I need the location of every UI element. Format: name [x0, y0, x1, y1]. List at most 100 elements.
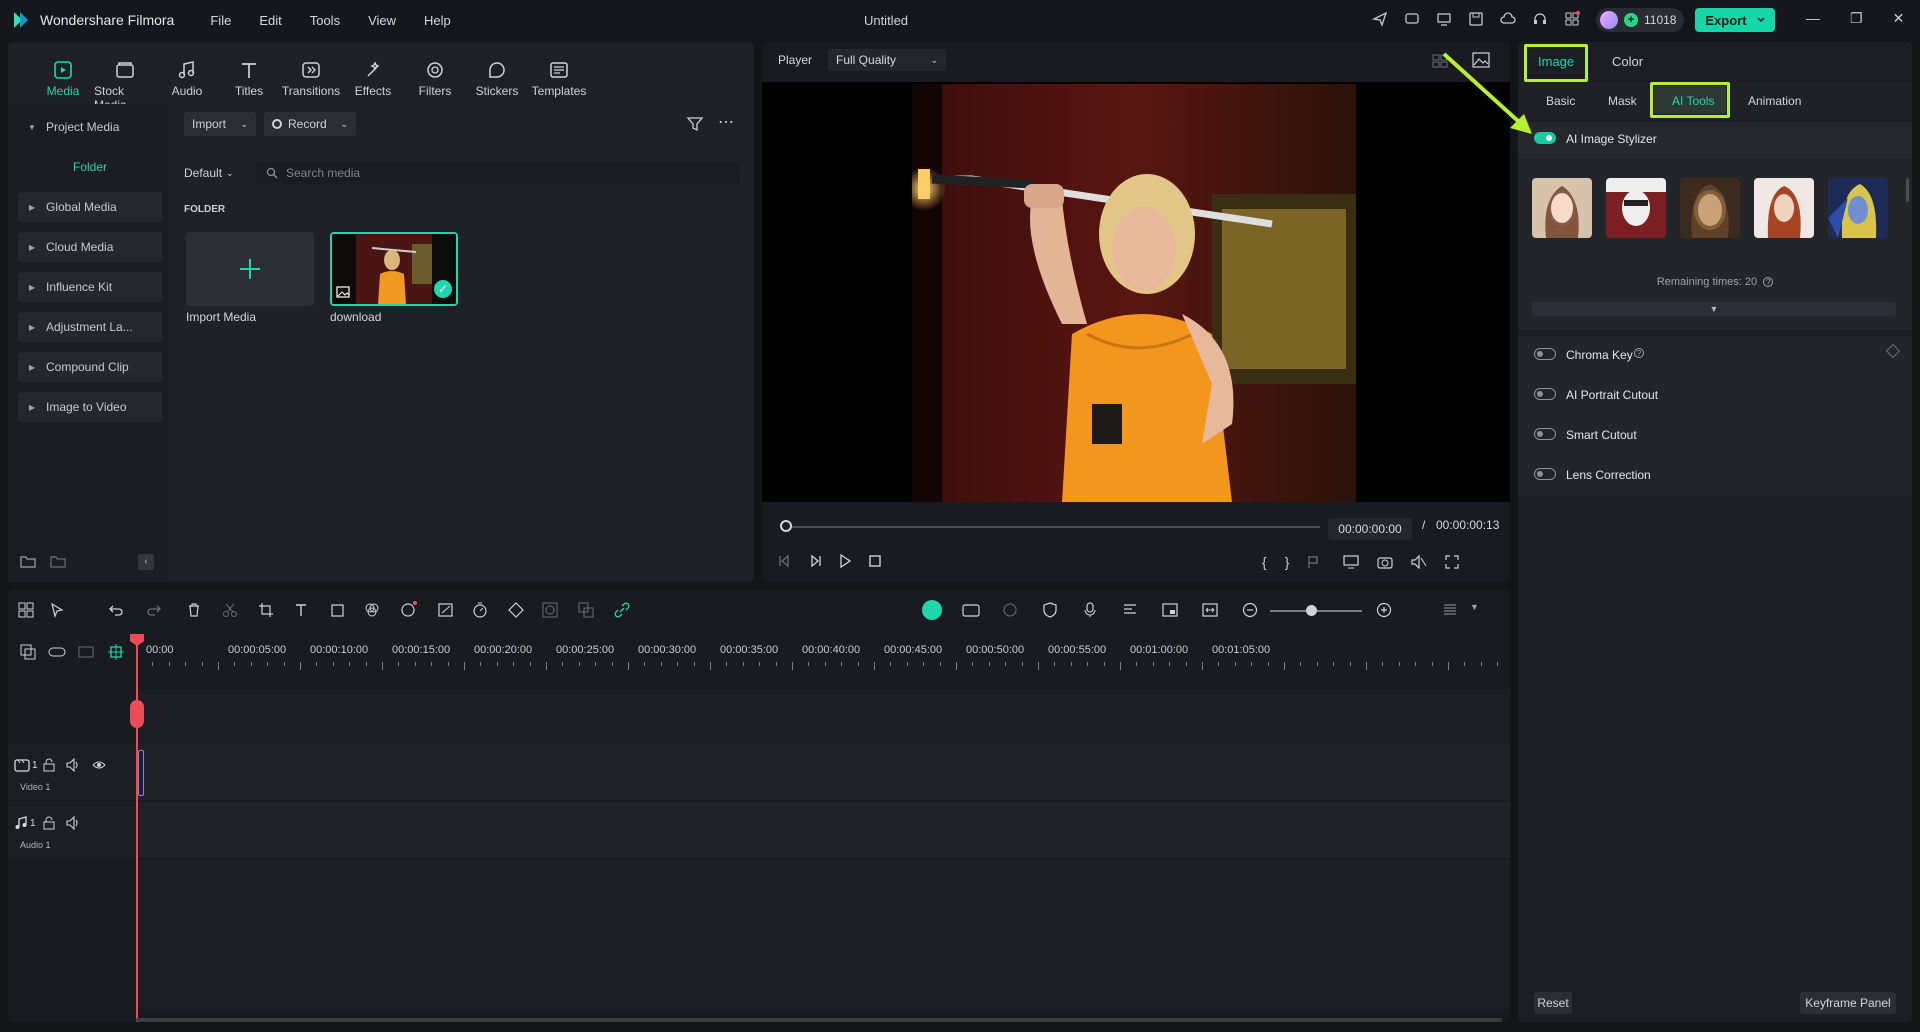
- preview-canvas[interactable]: [762, 82, 1510, 502]
- media-item-download[interactable]: ✓: [330, 232, 458, 306]
- speaker-icon[interactable]: [66, 758, 80, 772]
- fit-icon[interactable]: [1202, 602, 1218, 618]
- image-edit-icon[interactable]: [438, 602, 454, 618]
- filter-icon[interactable]: [686, 116, 704, 132]
- play-icon[interactable]: [838, 554, 852, 568]
- tree-cloud-media[interactable]: ▶ Cloud Media: [18, 232, 162, 262]
- snap-icon[interactable]: [108, 644, 124, 660]
- link-clips-icon[interactable]: [48, 644, 66, 660]
- text-tool-icon[interactable]: [294, 602, 310, 618]
- previous-frame-icon[interactable]: [778, 554, 792, 568]
- tab-stickers[interactable]: Stickers: [466, 56, 528, 112]
- fullscreen-icon[interactable]: [1445, 555, 1459, 569]
- minimize-icon[interactable]: —: [1806, 10, 1820, 27]
- audio-track-lane[interactable]: [136, 802, 1510, 858]
- headset-icon[interactable]: [1530, 8, 1550, 30]
- tree-global-media[interactable]: ▶ Global Media: [18, 192, 162, 222]
- collapse-panel-icon[interactable]: ‹: [138, 554, 154, 570]
- monitor-icon[interactable]: [1434, 8, 1454, 30]
- color-match-icon[interactable]: [364, 602, 380, 618]
- style-thumbnail-1[interactable]: [1532, 178, 1592, 238]
- delete-icon[interactable]: [186, 602, 202, 618]
- voiceover-icon[interactable]: [1122, 602, 1138, 618]
- import-button[interactable]: Import ⌄: [184, 112, 256, 136]
- ai-tool-icon[interactable]: [400, 600, 418, 618]
- stop-icon[interactable]: [868, 554, 882, 568]
- proxy-icon[interactable]: [1002, 602, 1018, 618]
- playhead[interactable]: [136, 634, 138, 1022]
- tab-effects[interactable]: Effects: [342, 56, 404, 112]
- expand-styles-button[interactable]: ▼: [1532, 302, 1896, 316]
- microphone-icon[interactable]: [1082, 602, 1098, 618]
- ai-portrait-cutout-toggle[interactable]: [1534, 388, 1556, 400]
- style-thumbnail-3[interactable]: [1680, 178, 1740, 238]
- import-media-tile[interactable]: [186, 232, 314, 306]
- tab-mask[interactable]: Mask: [1608, 94, 1637, 108]
- restore-icon[interactable]: ❐: [1850, 10, 1863, 27]
- tree-image-to-video[interactable]: ▶ Image to Video: [18, 392, 162, 422]
- smart-cutout-toggle[interactable]: [1534, 428, 1556, 440]
- group-icon[interactable]: [578, 602, 594, 618]
- tab-filters[interactable]: Filters: [404, 56, 466, 112]
- apps-grid-icon[interactable]: [1562, 8, 1582, 30]
- tab-animation[interactable]: Animation: [1748, 94, 1801, 108]
- clip-marker[interactable]: [138, 750, 144, 796]
- zoom-slider-handle[interactable]: [1306, 605, 1317, 616]
- menu-help[interactable]: Help: [424, 13, 451, 28]
- zoom-out-icon[interactable]: [1242, 602, 1258, 618]
- track-layout-icon[interactable]: [1442, 602, 1458, 618]
- shield-icon[interactable]: [1042, 602, 1058, 618]
- mark-in-icon[interactable]: {: [1262, 554, 1267, 570]
- display-settings-icon[interactable]: [1343, 555, 1359, 569]
- style-thumbnail-2[interactable]: [1606, 178, 1666, 238]
- help-icon[interactable]: ?: [1634, 348, 1644, 358]
- chroma-key-toggle[interactable]: [1534, 348, 1556, 360]
- timeline-scrollbar[interactable]: [136, 1018, 1502, 1022]
- speed-icon[interactable]: [472, 602, 488, 618]
- auto-mode-icon[interactable]: [922, 600, 942, 620]
- zoom-in-icon[interactable]: [1376, 602, 1392, 618]
- menu-file[interactable]: File: [210, 13, 231, 28]
- tab-basic[interactable]: Basic: [1546, 94, 1575, 108]
- avatar[interactable]: [1600, 11, 1618, 29]
- playback-scrubber[interactable]: [780, 520, 792, 532]
- select-tool-icon[interactable]: [50, 602, 66, 618]
- menu-view[interactable]: View: [368, 13, 396, 28]
- redo-icon[interactable]: [146, 602, 162, 618]
- volume-mute-icon[interactable]: [1411, 555, 1427, 569]
- link-icon[interactable]: [614, 602, 630, 618]
- sort-dropdown[interactable]: Default ⌄: [184, 162, 248, 184]
- lock-icon[interactable]: [42, 816, 56, 830]
- keyframe-diamond-icon[interactable]: [1885, 343, 1901, 359]
- playback-progress-track[interactable]: [784, 526, 1320, 528]
- save-icon[interactable]: [1466, 8, 1486, 30]
- tab-transitions[interactable]: Transitions: [280, 56, 342, 112]
- menu-tools[interactable]: Tools: [310, 13, 340, 28]
- video-track-lane[interactable]: [136, 744, 1510, 800]
- tree-project-media[interactable]: ▼ Project Media: [18, 112, 162, 142]
- playhead-grip[interactable]: [130, 700, 144, 728]
- next-frame-icon[interactable]: [808, 554, 822, 568]
- mask-icon[interactable]: [542, 602, 558, 618]
- pip-icon[interactable]: [1162, 602, 1178, 618]
- tree-compound-clip[interactable]: ▶ Compound Clip: [18, 352, 162, 382]
- timeline-ruler[interactable]: 00:00 00:00:05:00 00:00:10:00 00:00:15:00 00…: [136, 634, 1510, 670]
- track-settings-icon[interactable]: [78, 644, 94, 660]
- render-icon[interactable]: [962, 602, 980, 618]
- layout-icon[interactable]: [18, 602, 34, 618]
- credits-badge[interactable]: + 11018: [1596, 8, 1685, 32]
- export-button[interactable]: Export: [1695, 8, 1775, 32]
- tab-titles[interactable]: Titles: [218, 56, 280, 112]
- tree-influence-kit[interactable]: ▶ Influence Kit: [18, 272, 162, 302]
- eye-icon[interactable]: [92, 758, 106, 772]
- current-timecode[interactable]: 00:00:00:00: [1328, 518, 1412, 540]
- close-icon[interactable]: ✕: [1893, 10, 1905, 27]
- style-thumbnail-5[interactable]: [1828, 178, 1888, 238]
- quality-dropdown[interactable]: Full Quality ⌄: [828, 49, 947, 71]
- split-icon[interactable]: [222, 602, 238, 618]
- reset-button[interactable]: Reset: [1534, 992, 1572, 1014]
- snapshot-icon[interactable]: [1377, 555, 1393, 569]
- undo-icon[interactable]: [108, 602, 124, 618]
- tree-adjustment-layer[interactable]: ▶ Adjustment La...: [18, 312, 162, 342]
- style-thumbnail-4[interactable]: [1754, 178, 1814, 238]
